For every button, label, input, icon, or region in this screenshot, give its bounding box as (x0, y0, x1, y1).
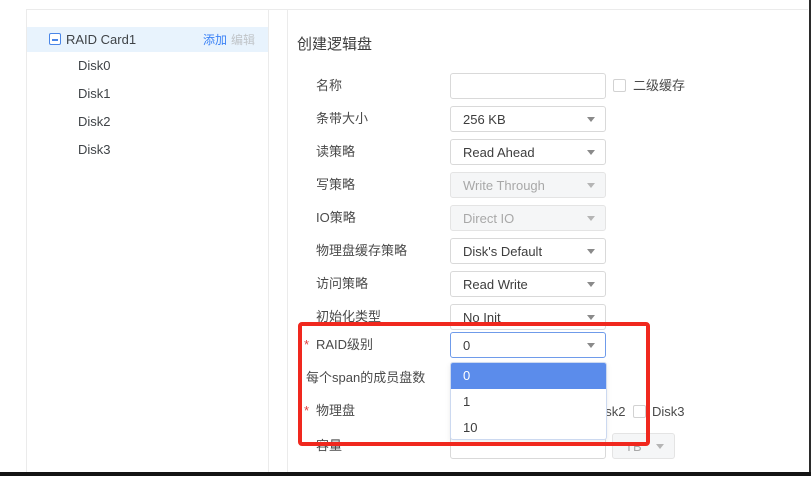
required-asterisk: * (304, 338, 309, 352)
right-edge-border (809, 0, 811, 476)
dropdown-option-1[interactable]: 1 (451, 389, 606, 415)
secondary-cache-checkbox[interactable] (613, 79, 626, 92)
left-divider (26, 9, 27, 473)
io-policy-label: IO策略 (316, 211, 356, 225)
sidebar-item-disk3[interactable]: Disk3 (78, 142, 198, 158)
top-divider (26, 9, 808, 10)
span-members-label: 每个span的成员盘数 (306, 371, 425, 385)
chevron-down-icon (587, 249, 595, 254)
sidebar-right-divider (268, 9, 269, 473)
io-policy-select: Direct IO (450, 205, 606, 231)
read-policy-select[interactable]: Read Ahead (450, 139, 606, 165)
raid-config-page: RAID Card1 添加 编辑 Disk0 Disk1 Disk2 Disk3… (0, 0, 812, 479)
capacity-label: 容量 (316, 439, 342, 453)
raid-card-label: RAID Card1 (66, 33, 136, 46)
chevron-down-icon (587, 343, 595, 348)
page-title: 创建逻辑盘 (297, 33, 372, 54)
raid-level-select[interactable]: 0 (450, 332, 606, 358)
collapse-minus-icon[interactable] (49, 33, 61, 45)
stripe-size-select[interactable]: 256 KB (450, 106, 606, 132)
chevron-down-icon (587, 117, 595, 122)
name-input[interactable] (450, 73, 606, 99)
required-asterisk: * (304, 404, 309, 418)
add-link[interactable]: 添加 (203, 34, 227, 46)
chevron-down-icon (587, 216, 595, 221)
access-policy-label: 访问策略 (316, 277, 368, 291)
stripe-size-label: 条带大小 (316, 112, 368, 126)
bottom-edge-border (0, 472, 811, 476)
disk-cache-policy-label: 物理盘缓存策略 (316, 244, 407, 258)
chevron-down-icon (587, 315, 595, 320)
read-policy-label: 读策略 (316, 145, 355, 159)
disk3-checkbox[interactable] (633, 405, 646, 418)
init-type-select[interactable]: No Init (450, 304, 606, 330)
init-type-label: 初始化类型 (316, 310, 381, 324)
edit-link[interactable]: 编辑 (231, 34, 255, 46)
capacity-unit-select: TB (612, 433, 675, 459)
raid-level-dropdown: 0 1 10 (450, 362, 607, 440)
name-label: 名称 (316, 79, 342, 93)
form-left-divider (287, 9, 288, 473)
physical-disk-label: 物理盘 (316, 404, 355, 418)
write-policy-label: 写策略 (316, 178, 355, 192)
dropdown-option-0[interactable]: 0 (451, 363, 606, 389)
raid-level-label: RAID级别 (316, 338, 373, 352)
disk-cache-policy-select[interactable]: Disk's Default (450, 238, 606, 264)
secondary-cache-label: 二级缓存 (633, 79, 685, 93)
dropdown-option-10[interactable]: 10 (451, 415, 606, 440)
write-policy-select: Write Through (450, 172, 606, 198)
disk3-checkbox-label: Disk3 (652, 405, 685, 419)
chevron-down-icon (656, 444, 664, 449)
chevron-down-icon (587, 150, 595, 155)
access-policy-select[interactable]: Read Write (450, 271, 606, 297)
chevron-down-icon (587, 183, 595, 188)
sidebar-item-disk1[interactable]: Disk1 (78, 86, 198, 102)
sidebar-item-disk0[interactable]: Disk0 (78, 58, 198, 74)
sidebar-item-disk2[interactable]: Disk2 (78, 114, 198, 130)
chevron-down-icon (587, 282, 595, 287)
